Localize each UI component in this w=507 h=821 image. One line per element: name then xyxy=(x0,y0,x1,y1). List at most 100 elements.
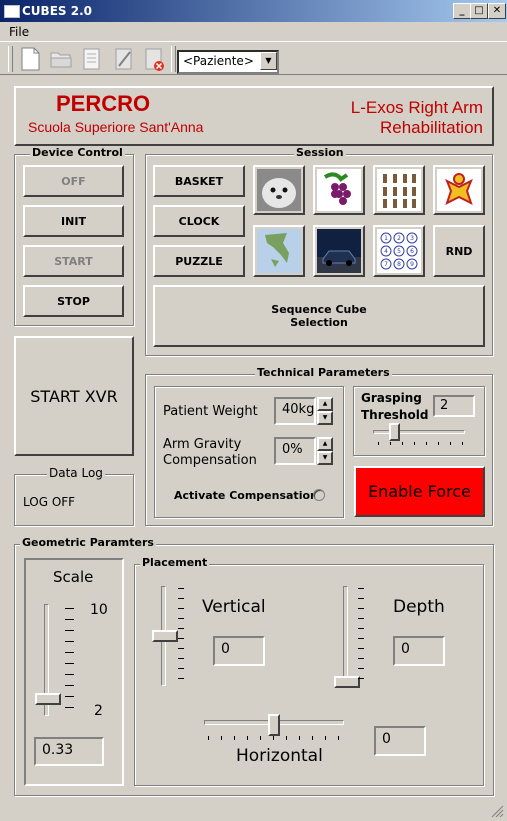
slider-tick xyxy=(65,619,74,620)
grasping-slider-track[interactable] xyxy=(373,430,465,434)
placement-legend: Placement xyxy=(140,556,210,569)
edit-pencil-icon[interactable] xyxy=(113,47,135,71)
patient-select-value: <Paziente> xyxy=(183,54,254,68)
minimize-button[interactable]: _ xyxy=(453,3,471,19)
slider-tick xyxy=(178,648,184,649)
patient-weight-field[interactable]: 40kg xyxy=(274,397,316,425)
svg-text:1: 1 xyxy=(384,235,388,242)
delete-document-icon[interactable] xyxy=(143,47,165,71)
svg-text:3: 3 xyxy=(410,235,414,242)
scale-label: Scale xyxy=(53,568,94,586)
resize-grip-icon[interactable] xyxy=(490,804,504,818)
svg-text:9: 9 xyxy=(410,261,414,268)
figures-image-button[interactable] xyxy=(373,165,425,215)
slider-tick xyxy=(325,736,326,740)
slider-tick xyxy=(247,736,248,740)
sequence-line1: Sequence Cube xyxy=(271,303,367,316)
gravity-down-arrow-icon[interactable]: ▼ xyxy=(317,451,333,465)
new-file-icon[interactable] xyxy=(19,47,41,71)
seal-image-button[interactable] xyxy=(253,165,305,215)
sequence-cube-selection-button[interactable]: Sequence Cube Selection xyxy=(153,285,485,347)
org-subtitle: Scuola Superiore Sant'Anna xyxy=(28,119,204,135)
slider-tick xyxy=(178,658,184,659)
slider-tick xyxy=(178,668,184,669)
depth-value-field[interactable]: 0 xyxy=(393,636,445,666)
toolbar-separator xyxy=(171,46,176,72)
slider-tick xyxy=(312,736,313,740)
scale-value-field[interactable]: 0.33 xyxy=(34,737,104,766)
depth-label: Depth xyxy=(393,597,445,617)
chevron-down-icon[interactable]: ▼ xyxy=(260,52,277,70)
start-xvr-button[interactable]: START XVR xyxy=(14,336,134,456)
open-folder-icon[interactable] xyxy=(50,47,72,71)
slider-tick xyxy=(178,598,184,599)
weight-up-arrow-icon[interactable]: ▲ xyxy=(317,397,333,411)
depth-slider-thumb[interactable] xyxy=(334,676,360,688)
stop-button[interactable]: STOP xyxy=(23,285,124,317)
start-button[interactable]: START xyxy=(23,245,124,277)
slider-tick xyxy=(358,598,364,599)
numbers-grid-image-button[interactable]: 1 2 3 4 5 6 7 8 9 xyxy=(373,225,425,277)
depth-slider-track[interactable] xyxy=(343,586,348,686)
app-title-line2: Rehabilitation xyxy=(379,118,483,137)
car-picture xyxy=(317,229,361,273)
svg-text:8: 8 xyxy=(397,261,401,268)
slider-tick xyxy=(358,678,364,679)
slider-tick xyxy=(462,442,463,445)
horizontal-slider-thumb[interactable] xyxy=(268,714,280,736)
random-button[interactable]: RND xyxy=(433,225,485,277)
grasping-threshold-field[interactable]: 2 xyxy=(433,395,475,417)
italy-map-picture xyxy=(257,229,301,273)
slider-tick xyxy=(65,630,74,631)
patient-select[interactable]: <Paziente> ▼ xyxy=(177,50,279,74)
toolbar-grip[interactable] xyxy=(8,46,13,72)
off-button[interactable]: OFF xyxy=(23,165,124,197)
slider-tick xyxy=(414,442,415,445)
slider-tick xyxy=(221,736,222,740)
slider-tick xyxy=(358,628,364,629)
title-bar: CUBES 2.0 _ □ ✕ xyxy=(0,0,507,22)
slider-tick xyxy=(358,658,364,659)
menu-bar: File xyxy=(0,22,507,41)
slider-tick xyxy=(65,641,74,642)
grapes-image-button[interactable] xyxy=(313,165,365,215)
slider-tick xyxy=(65,608,74,609)
grasping-slider-thumb[interactable] xyxy=(389,423,400,441)
slider-tick xyxy=(390,442,391,445)
activate-compensation-radio[interactable] xyxy=(313,489,325,501)
basket-button[interactable]: BASKET xyxy=(153,165,245,197)
menu-file[interactable]: File xyxy=(9,25,29,39)
car-image-button[interactable] xyxy=(313,225,365,277)
maximize-button[interactable]: □ xyxy=(470,3,488,19)
scale-max-label: 10 xyxy=(90,602,108,618)
vertical-slider-thumb[interactable] xyxy=(152,630,178,642)
slider-tick xyxy=(65,663,74,664)
keith-haring-image-button[interactable] xyxy=(433,165,485,215)
patient-weight-label: Patient Weight xyxy=(163,404,258,419)
arm-gravity-field[interactable]: 0% xyxy=(274,437,316,465)
device-control-legend: Device Control xyxy=(30,146,125,159)
weight-down-arrow-icon[interactable]: ▼ xyxy=(317,411,333,425)
session-legend: Session xyxy=(294,146,346,159)
slider-tick xyxy=(358,618,364,619)
slider-tick xyxy=(426,442,427,445)
slider-tick xyxy=(65,707,74,708)
seal-picture xyxy=(257,169,301,211)
puzzle-button[interactable]: PUZZLE xyxy=(153,245,245,277)
slider-tick xyxy=(65,685,74,686)
vertical-value-field[interactable]: 0 xyxy=(213,636,265,666)
italy-map-image-button[interactable] xyxy=(253,225,305,277)
scale-slider-thumb[interactable] xyxy=(35,693,61,705)
technical-parameters-legend: Technical Parameters xyxy=(255,366,392,379)
document-icon[interactable] xyxy=(81,47,103,71)
gravity-up-arrow-icon[interactable]: ▲ xyxy=(317,437,333,451)
grasping-label-line2: Threshold xyxy=(361,408,429,422)
enable-force-button[interactable]: Enable Force xyxy=(354,466,485,517)
data-log-legend: Data Log xyxy=(47,466,105,480)
horizontal-value-field[interactable]: 0 xyxy=(374,726,426,756)
init-button[interactable]: INIT xyxy=(23,205,124,237)
close-button[interactable]: ✕ xyxy=(488,3,506,19)
clock-button[interactable]: CLOCK xyxy=(153,205,245,237)
slider-tick xyxy=(260,736,261,740)
slider-tick xyxy=(178,608,184,609)
